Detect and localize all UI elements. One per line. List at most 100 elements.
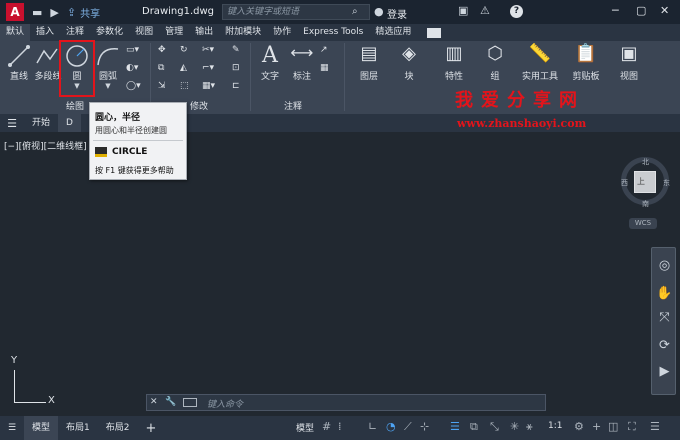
mirror-icon[interactable]: ◭ — [180, 63, 187, 73]
annotation-scale[interactable]: 1:1 — [548, 421, 562, 431]
tab-addins[interactable]: 附加模块 — [219, 24, 267, 41]
tooltip-divider — [93, 140, 183, 141]
circle-tooltip: 圆心，半径 用圆心和半径创建圆 CIRCLE 按 F1 键获得更多帮助 — [89, 102, 187, 180]
rotate-icon[interactable]: ↻ — [180, 45, 188, 55]
fillet-icon[interactable]: ⌐▾ — [202, 63, 214, 73]
tab-start[interactable]: 开始 — [24, 114, 58, 132]
arc-button[interactable]: 圆弧 ▼ — [94, 43, 122, 90]
ellipse-icon[interactable]: ◯▾ — [126, 81, 141, 91]
utilities-button[interactable]: 📏 实用工具 — [520, 43, 560, 82]
restore-icon[interactable]: ▢ — [636, 4, 646, 17]
groups-icon: ⬡ — [487, 43, 503, 64]
pan-icon[interactable]: ✋ — [652, 286, 677, 301]
tab-featured-apps[interactable]: 精选应用 — [369, 24, 417, 41]
add-layout-button[interactable]: + — [145, 421, 156, 436]
line-button[interactable]: 直线 — [6, 43, 32, 82]
isodraft-icon[interactable]: ⟋ — [404, 420, 412, 434]
tab-parametric[interactable]: 参数化 — [90, 24, 129, 41]
open-folder-icon[interactable]: ▬ — [32, 6, 42, 19]
model-space-toggle[interactable]: 模型 — [296, 421, 314, 434]
chevron-down-icon[interactable]: ▼ — [94, 82, 122, 90]
copy-icon[interactable]: ⧉ — [158, 63, 164, 73]
offset-icon[interactable]: ⊏ — [232, 81, 240, 91]
explode-icon[interactable]: ⊡ — [232, 63, 240, 73]
draw-panel-label[interactable]: 绘图 — [66, 99, 84, 113]
tab-view[interactable]: 视图 — [129, 24, 159, 41]
dimension-button[interactable]: ⟷ 标注 — [288, 43, 316, 82]
tab-insert[interactable]: 插入 — [30, 24, 60, 41]
scale-icon[interactable]: ⬚ — [180, 81, 189, 91]
tab-annotate[interactable]: 注释 — [60, 24, 90, 41]
user-icon[interactable]: ● — [374, 5, 384, 18]
polyline-button[interactable]: 多段线 — [34, 43, 62, 82]
search-input[interactable]: 键入关键字或短语 — [222, 4, 370, 20]
layers-button[interactable]: ▤ 图层 — [352, 43, 386, 82]
wrench-icon[interactable]: 🔧 — [165, 397, 176, 407]
block-button[interactable]: ◈ 块 — [394, 43, 424, 82]
ribbon-toggle-icon[interactable] — [427, 27, 442, 38]
tab-output[interactable]: 输出 — [189, 24, 219, 41]
login-link[interactable]: 登录 — [387, 6, 407, 21]
rectangle-icon[interactable]: ▭▾ — [126, 45, 139, 55]
clipboard-button[interactable]: 📋 剪贴板 — [566, 43, 606, 82]
help-icon[interactable]: ? — [510, 5, 523, 18]
ortho-icon[interactable]: ∟ — [368, 420, 377, 433]
transparency-icon[interactable]: ⧉ — [470, 420, 478, 434]
tab-express-tools[interactable]: Express Tools — [297, 24, 369, 41]
settings-icon[interactable]: ⚙ — [574, 420, 584, 433]
table-icon[interactable]: ▦ — [320, 63, 329, 73]
tab-collaborate[interactable]: 协作 — [267, 24, 297, 41]
trim-icon[interactable]: ✂▾ — [202, 45, 214, 55]
search-icon[interactable]: ⌕ — [352, 6, 358, 17]
minimize-icon[interactable]: ─ — [612, 4, 619, 17]
add-icon[interactable]: + — [592, 420, 601, 433]
menu-icon[interactable]: ☰ — [0, 416, 24, 440]
snap-icon[interactable]: ⁞ — [338, 420, 342, 433]
close-icon[interactable]: ✕ — [150, 397, 158, 407]
triangle-network-icon[interactable]: ⚠ — [480, 4, 490, 17]
osnap-icon[interactable]: ⊹ — [420, 420, 429, 433]
command-prompt-icon[interactable] — [183, 398, 197, 407]
wcs-menu[interactable]: WCS — [629, 218, 657, 229]
customization-icon[interactable]: ☰ — [650, 420, 660, 433]
share-icon[interactable]: ⇪ — [67, 6, 76, 19]
annotation-panel-label[interactable]: 注释 — [284, 99, 302, 113]
cart-icon[interactable]: ▣ — [458, 4, 468, 17]
tab-layout2[interactable]: 布局2 — [98, 416, 138, 440]
command-input[interactable]: 键入命令 — [207, 397, 243, 410]
grid-icon[interactable]: # — [322, 420, 331, 433]
zoom-extents-icon[interactable]: ⤧ — [652, 310, 677, 325]
menu-icon[interactable]: ☰ — [0, 117, 24, 130]
clean-screen-icon[interactable]: ⛶ — [628, 420, 636, 434]
array-icon[interactable]: ▦▾ — [202, 81, 215, 91]
tab-model[interactable]: 模型 — [24, 416, 59, 440]
properties-button[interactable]: ▥ 特性 — [438, 43, 470, 82]
app-logo[interactable]: A — [6, 3, 24, 21]
stretch-icon[interactable]: ⇲ — [158, 81, 166, 91]
leader-icon[interactable]: ↗ — [320, 45, 328, 55]
polar-icon[interactable]: ◔ — [386, 420, 396, 433]
erase-icon[interactable]: ✎ — [232, 45, 240, 55]
text-button[interactable]: A 文字 — [256, 43, 284, 82]
showmotion-icon[interactable]: ▶ — [652, 364, 677, 379]
hatch-icon[interactable]: ◐▾ — [126, 63, 138, 73]
move-icon[interactable]: ✥ — [158, 45, 166, 55]
close-icon[interactable]: ✕ — [660, 4, 669, 17]
view-button[interactable]: ▣ 视图 — [614, 43, 644, 82]
viewport-controls[interactable]: [−][俯视][二维线框] — [4, 139, 87, 152]
autoscale-icon[interactable]: ⚹ — [526, 420, 533, 434]
orbit-icon[interactable]: ⟳ — [652, 338, 677, 353]
selection-cycling-icon[interactable]: ⤡ — [490, 420, 499, 434]
tab-drawing[interactable]: D — [58, 114, 81, 132]
annotation-visibility-icon[interactable]: ✳ — [510, 420, 519, 433]
save-icon[interactable]: ▶ — [50, 6, 58, 19]
share-label[interactable]: 共享 — [80, 5, 100, 20]
tab-default[interactable]: 默认 — [0, 24, 31, 41]
steering-wheel-icon[interactable]: ◎ — [652, 258, 677, 273]
groups-button[interactable]: ⬡ 组 — [480, 43, 510, 82]
lineweight-icon[interactable]: ☰ — [450, 420, 460, 433]
units-icon[interactable]: ◫ — [608, 420, 618, 433]
tab-layout1[interactable]: 布局1 — [58, 416, 98, 440]
tab-manage[interactable]: 管理 — [159, 24, 189, 41]
modify-panel-label[interactable]: 修改 — [190, 99, 208, 113]
